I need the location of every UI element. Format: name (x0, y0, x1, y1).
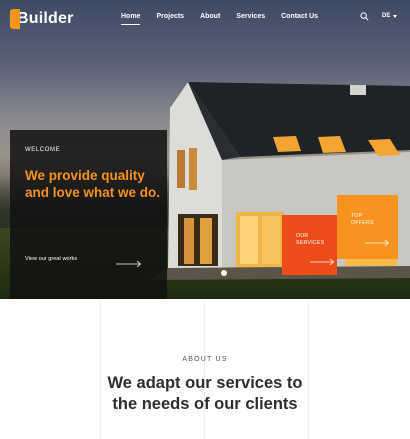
our-services-tile[interactable]: OUR SERVICES (282, 215, 337, 275)
arrow-right-icon[interactable] (116, 260, 142, 268)
language-switcher[interactable]: DE (382, 13, 398, 19)
main-menu: Home Projects About Services Contact Us (121, 13, 334, 25)
tile-label-line: OFFERS (351, 220, 374, 226)
grid-divider (100, 299, 101, 439)
nav-home[interactable]: Home (121, 13, 141, 25)
about-section: ABOUT US We adapt our services to the ne… (0, 299, 410, 439)
hero-section: Builder Home Projects About Services Con… (0, 0, 410, 299)
nav-contact-us[interactable]: Contact Us (281, 13, 318, 24)
welcome-label: WELCOME (25, 147, 61, 153)
top-nav: Builder Home Projects About Services Con… (0, 0, 410, 36)
grid-divider (308, 299, 309, 439)
logo-text: Builder (17, 10, 74, 27)
arrow-right-icon (310, 258, 335, 266)
tile-label-line: OUR (296, 233, 309, 239)
view-works-link[interactable]: View our great works (25, 256, 85, 263)
about-label: ABOUT US (182, 356, 228, 363)
tile-label: OUR SERVICES (296, 233, 325, 247)
logo-mark-icon (10, 9, 20, 29)
tile-label-line: SERVICES (296, 240, 325, 246)
welcome-card: WELCOME We provide quality and love what… (10, 130, 167, 299)
nav-services[interactable]: Services (236, 13, 265, 24)
top-offers-tile[interactable]: TOP OFFERS (337, 195, 398, 259)
logo[interactable]: Builder (10, 8, 74, 30)
tile-label: TOP OFFERS (351, 213, 374, 227)
grid-divider (204, 299, 205, 439)
tile-label-line: TOP (351, 213, 363, 219)
language-code: DE (382, 13, 391, 19)
search-icon[interactable] (360, 12, 369, 21)
arrow-right-icon (365, 239, 390, 247)
nav-projects[interactable]: Projects (156, 13, 184, 24)
chevron-down-icon (393, 14, 398, 18)
hero-title: We provide quality and love what we do. (25, 168, 161, 200)
nav-about[interactable]: About (200, 13, 220, 24)
about-title: We adapt our services to the needs of ou… (107, 374, 303, 413)
